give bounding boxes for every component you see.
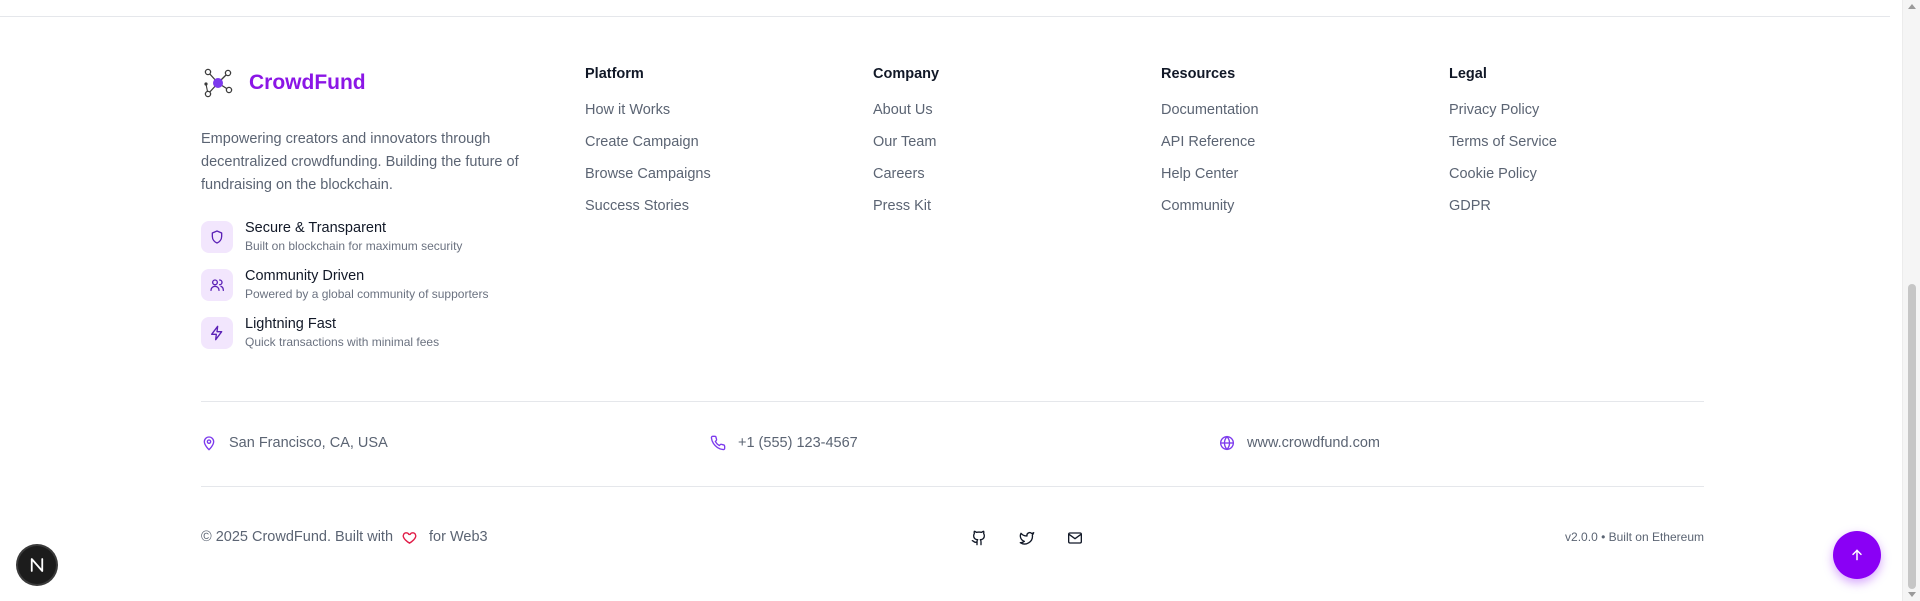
social-links: [968, 527, 1112, 549]
feature-description: Quick transactions with minimal fees: [245, 335, 440, 349]
feature-icon-container: [201, 269, 233, 301]
copyright-prefix: © 2025 CrowdFund. Built with: [201, 529, 394, 545]
phone-text: +1 (555) 123-4567: [738, 435, 858, 451]
feature-title: Community Driven: [245, 268, 365, 284]
column-title: Company: [873, 66, 940, 82]
arrow-up-icon: [1852, 549, 1862, 561]
back-to-top-button[interactable]: [1833, 531, 1881, 579]
feature-description: Powered by a global community of support…: [245, 287, 489, 301]
feature-icon-container: [201, 221, 233, 253]
brand-name: CrowdFund: [249, 71, 366, 94]
footer-link[interactable]: How it Works: [585, 102, 711, 134]
feature-item: Lightning Fast Quick transactions with m…: [201, 316, 439, 350]
footer-link[interactable]: Our Team: [873, 134, 939, 166]
copyright: © 2025 CrowdFund. Built with for Web3: [201, 529, 488, 545]
n-logo-icon: [30, 558, 44, 572]
column-title: Platform: [585, 66, 644, 82]
section-divider: [201, 401, 1704, 402]
footer-link[interactable]: Terms of Service: [1449, 134, 1557, 166]
footer-link[interactable]: Cookie Policy: [1449, 166, 1557, 198]
email-link[interactable]: [1064, 527, 1086, 549]
footer-link[interactable]: Documentation: [1161, 102, 1259, 134]
section-divider: [201, 486, 1704, 487]
twitter-link[interactable]: [1016, 527, 1038, 549]
phone-icon: [710, 435, 726, 451]
column-title: Resources: [1161, 66, 1236, 82]
footer-link[interactable]: Press Kit: [873, 198, 939, 230]
footer-column-platform: Platform How it Works Create Campaign Br…: [585, 66, 711, 230]
scroll-thumb[interactable]: [1908, 284, 1916, 589]
footer-column-legal: Legal Privacy Policy Terms of Service Co…: [1449, 66, 1557, 230]
feature-item: Secure & Transparent Built on blockchain…: [201, 220, 462, 254]
footer-column-company: Company About Us Our Team Careers Press …: [873, 66, 939, 230]
footer-link[interactable]: API Reference: [1161, 134, 1259, 166]
heart-icon: [402, 531, 417, 544]
map-pin-icon: [203, 436, 215, 451]
framework-badge[interactable]: [18, 546, 56, 584]
feature-title: Secure & Transparent: [245, 220, 387, 236]
contact-website[interactable]: www.crowdfund.com: [1219, 435, 1380, 451]
twitter-icon: [1019, 532, 1035, 545]
footer-link[interactable]: Careers: [873, 166, 939, 198]
footer-link[interactable]: Community: [1161, 198, 1259, 230]
github-icon: [971, 530, 986, 546]
footer-link[interactable]: GDPR: [1449, 198, 1557, 230]
scroll-up-arrow[interactable]: [1908, 4, 1916, 9]
version-info: v2.0.0 • Built on Ethereum: [1565, 530, 1704, 544]
footer-link[interactable]: Privacy Policy: [1449, 102, 1557, 134]
contact-phone[interactable]: +1 (555) 123-4567: [710, 435, 858, 451]
column-title: Legal: [1449, 66, 1487, 82]
site-footer: CrowdFund Empowering creators and innova…: [201, 0, 1704, 601]
footer-link[interactable]: About Us: [873, 102, 939, 134]
feature-icon-container: [201, 317, 233, 349]
footer-column-resources: Resources Documentation API Reference He…: [1161, 66, 1259, 230]
footer-link[interactable]: Help Center: [1161, 166, 1259, 198]
mail-icon: [1068, 532, 1082, 544]
feature-description: Built on blockchain for maximum security: [245, 239, 463, 253]
website-text: www.crowdfund.com: [1247, 435, 1380, 451]
shield-icon: [211, 230, 223, 244]
github-link[interactable]: [968, 527, 990, 549]
contact-location: San Francisco, CA, USA: [201, 435, 388, 451]
globe-icon: [1220, 435, 1234, 451]
footer-link[interactable]: Success Stories: [585, 198, 711, 230]
location-text: San Francisco, CA, USA: [229, 435, 388, 451]
scroll-down-arrow[interactable]: [1908, 592, 1916, 597]
network-logo-icon: [204, 68, 233, 98]
scrollbar[interactable]: [1902, 0, 1920, 601]
brand-description: Empowering creators and innovators throu…: [201, 131, 519, 193]
lightning-icon: [211, 325, 223, 341]
brand[interactable]: CrowdFund: [201, 66, 366, 100]
footer-link[interactable]: Create Campaign: [585, 134, 711, 166]
copyright-suffix: for Web3: [429, 529, 488, 545]
footer-link[interactable]: Browse Campaigns: [585, 166, 711, 198]
users-icon: [210, 279, 224, 291]
feature-item: Community Driven Powered by a global com…: [201, 268, 488, 302]
feature-title: Lightning Fast: [245, 316, 337, 332]
